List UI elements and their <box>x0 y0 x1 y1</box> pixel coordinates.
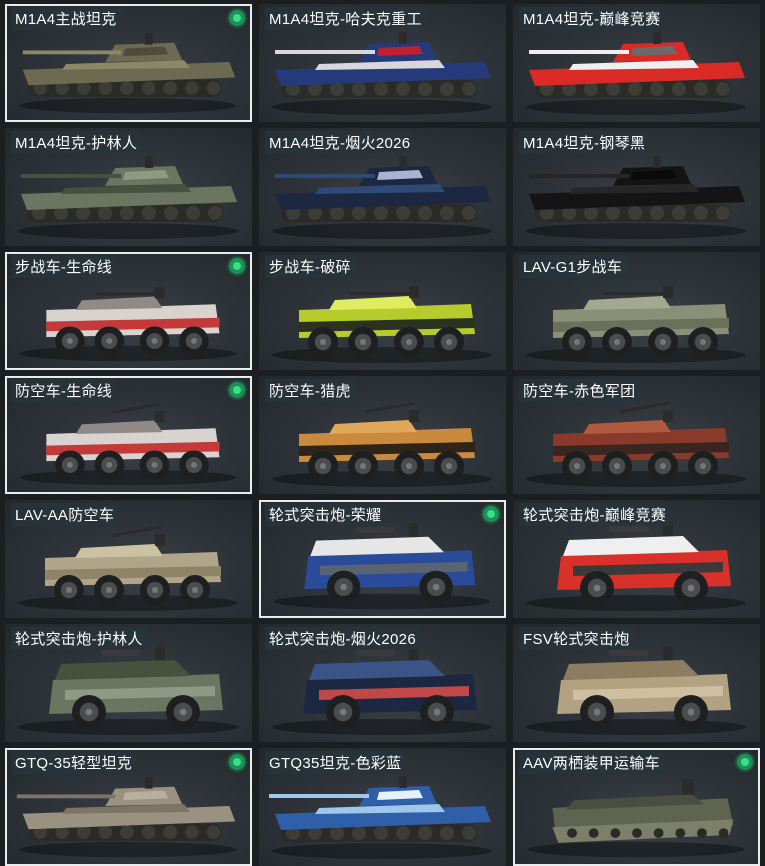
vehicle-image <box>527 778 745 858</box>
vehicle-skin-name: 防空车-猎虎 <box>265 379 355 402</box>
vehicle-image <box>526 156 746 239</box>
vehicle-skin-name: M1A4坦克-巅峰竞赛 <box>519 7 665 30</box>
vehicle-skin-card[interactable]: 防空车-生命线 <box>5 376 252 494</box>
vehicle-skin-card[interactable]: 轮式突击炮-烟火2026 <box>259 624 506 742</box>
vehicle-skin-card[interactable]: M1A4主战坦克 <box>5 4 252 122</box>
vehicle-image <box>526 32 746 115</box>
vehicle-skin-name: LAV-AA防空车 <box>11 503 119 526</box>
vehicle-skin-card[interactable]: M1A4坦克-护林人 <box>5 128 252 246</box>
vehicle-skin-name: 轮式突击炮-荣耀 <box>265 503 386 526</box>
vehicle-skin-name: M1A4坦克-钢琴黑 <box>519 131 650 154</box>
vehicle-skin-card[interactable]: LAV-G1步战车 <box>513 252 760 370</box>
equipped-indicator-icon <box>229 258 245 274</box>
vehicle-skin-name: 防空车-生命线 <box>11 379 117 402</box>
vehicle-image <box>19 402 237 486</box>
vehicle-skin-name: M1A4主战坦克 <box>11 7 121 30</box>
equipped-indicator-icon <box>483 506 499 522</box>
vehicle-image <box>526 522 746 611</box>
vehicle-skin-card[interactable]: FSV轮式突击炮 <box>513 624 760 742</box>
equipped-indicator-icon <box>229 10 245 26</box>
vehicle-image <box>272 646 492 735</box>
vehicle-skin-name: M1A4坦克-哈夫克重工 <box>265 7 426 30</box>
vehicle-image <box>19 286 237 362</box>
vehicle-skin-card[interactable]: M1A4坦克-钢琴黑 <box>513 128 760 246</box>
vehicle-skin-name: 步战车-生命线 <box>11 255 117 278</box>
vehicle-image <box>272 401 492 487</box>
vehicle-image <box>272 32 492 115</box>
vehicle-skin-name: M1A4坦克-烟火2026 <box>265 131 415 154</box>
vehicle-image <box>19 33 237 114</box>
vehicle-skin-card[interactable]: GTQ-35轻型坦克 <box>5 748 252 866</box>
vehicle-skin-name: 轮式突击炮-护林人 <box>11 627 147 650</box>
vehicle-skin-name: FSV轮式突击炮 <box>519 627 634 650</box>
vehicle-skin-card[interactable]: GTQ35坦克-色彩蓝 <box>259 748 506 866</box>
vehicle-image <box>18 525 238 611</box>
vehicle-skin-card[interactable]: AAV两栖装甲运输车 <box>513 748 760 866</box>
vehicle-skin-name: 防空车-赤色军团 <box>519 379 640 402</box>
vehicle-image <box>526 286 746 363</box>
vehicle-image <box>269 776 492 859</box>
vehicle-image <box>526 401 746 487</box>
equipped-indicator-icon <box>229 382 245 398</box>
vehicle-image <box>18 646 238 735</box>
vehicle-skin-name: GTQ35坦克-色彩蓝 <box>265 751 406 774</box>
vehicle-image <box>272 156 492 239</box>
vehicle-skin-grid: M1A4主战坦克 M1A4坦克-哈夫克重工 M1A4坦克-巅峰竞赛 M1A4坦克-护林… <box>5 4 760 866</box>
vehicle-skin-name: LAV-G1步战车 <box>519 255 627 278</box>
vehicle-skin-card[interactable]: 轮式突击炮-荣耀 <box>259 500 506 618</box>
vehicle-skin-card[interactable]: M1A4坦克-烟火2026 <box>259 128 506 246</box>
equipped-indicator-icon <box>737 754 753 770</box>
vehicle-skin-card[interactable]: 轮式突击炮-护林人 <box>5 624 252 742</box>
vehicle-skin-card[interactable]: 轮式突击炮-巅峰竞赛 <box>513 500 760 618</box>
vehicle-skin-name: 轮式突击炮-烟火2026 <box>265 627 420 650</box>
vehicle-image <box>16 777 237 858</box>
vehicle-skin-name: 轮式突击炮-巅峰竞赛 <box>519 503 670 526</box>
vehicle-skin-card[interactable]: 防空车-赤色军团 <box>513 376 760 494</box>
vehicle-skin-card[interactable]: M1A4坦克-哈夫克重工 <box>259 4 506 122</box>
vehicle-skin-card[interactable]: 步战车-破碎 <box>259 252 506 370</box>
vehicle-skin-card[interactable]: 防空车-猎虎 <box>259 376 506 494</box>
vehicle-skin-name: 步战车-破碎 <box>265 255 355 278</box>
vehicle-image <box>18 156 238 239</box>
vehicle-image <box>273 523 491 610</box>
vehicle-skin-card[interactable]: LAV-AA防空车 <box>5 500 252 618</box>
vehicle-image <box>272 286 492 363</box>
vehicle-image <box>526 646 746 735</box>
equipped-indicator-icon <box>229 754 245 770</box>
vehicle-skin-name: M1A4坦克-护林人 <box>11 131 142 154</box>
vehicle-skin-card[interactable]: 步战车-生命线 <box>5 252 252 370</box>
vehicle-skin-card[interactable]: M1A4坦克-巅峰竞赛 <box>513 4 760 122</box>
vehicle-skin-name: GTQ-35轻型坦克 <box>11 751 137 774</box>
vehicle-skin-name: AAV两栖装甲运输车 <box>519 751 664 774</box>
